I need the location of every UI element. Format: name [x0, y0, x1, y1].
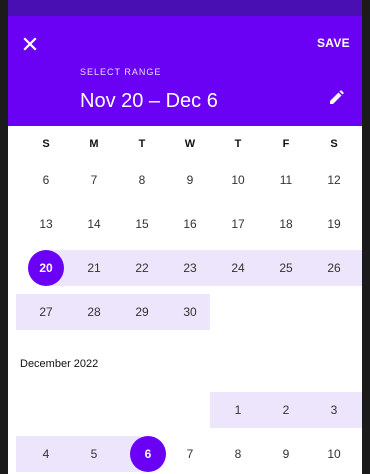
- day-cell[interactable]: 21: [70, 250, 118, 286]
- day-cell[interactable]: 30: [166, 294, 214, 330]
- day-cell[interactable]: 12: [310, 162, 358, 198]
- date-range-picker: SAVE SELECT RANGE Nov 20 – Dec 6 S M T W…: [8, 0, 362, 474]
- weekday-row: S M T W T F S: [8, 126, 362, 162]
- weekday-label: T: [138, 138, 146, 150]
- month-title: December 2022: [20, 358, 99, 370]
- day-cell[interactable]: 22: [118, 250, 166, 286]
- day-cell[interactable]: 6: [22, 162, 70, 198]
- weekday-label: T: [234, 138, 242, 150]
- day-cell[interactable]: 8: [214, 436, 262, 472]
- close-button[interactable]: [16, 30, 44, 58]
- day-cell[interactable]: 11: [262, 162, 310, 198]
- day-cell[interactable]: 8: [118, 162, 166, 198]
- day-cell[interactable]: 4: [22, 436, 70, 472]
- close-icon: [23, 37, 37, 51]
- save-button[interactable]: SAVE: [317, 36, 350, 50]
- weekday-label: F: [282, 138, 290, 150]
- weekday-label: S: [42, 138, 50, 150]
- day-cell[interactable]: 7: [70, 162, 118, 198]
- day-cell[interactable]: 9: [166, 162, 214, 198]
- day-cell[interactable]: 26: [310, 250, 358, 286]
- day-cell[interactable]: 14: [70, 206, 118, 242]
- day-cell[interactable]: 17: [214, 206, 262, 242]
- day-cell[interactable]: 13: [22, 206, 70, 242]
- day-cell[interactable]: 2: [262, 392, 310, 428]
- day-cell[interactable]: 15: [118, 206, 166, 242]
- edit-button[interactable]: [324, 86, 348, 110]
- day-cell[interactable]: 1: [214, 392, 262, 428]
- range-title: Nov 20 – Dec 6: [80, 90, 218, 112]
- day-cell[interactable]: 10: [310, 436, 358, 472]
- day-cell[interactable]: 25: [262, 250, 310, 286]
- weekday-label: M: [89, 138, 99, 150]
- status-bar: [8, 0, 362, 16]
- day-cell[interactable]: 28: [70, 294, 118, 330]
- day-cell[interactable]: 24: [214, 250, 262, 286]
- day-cell[interactable]: 18: [262, 206, 310, 242]
- weekday-label: S: [330, 138, 338, 150]
- picker-header: SAVE SELECT RANGE Nov 20 – Dec 6: [8, 16, 362, 126]
- weekday-label: W: [184, 138, 196, 150]
- day-cell[interactable]: 23: [166, 250, 214, 286]
- day-cell[interactable]: 10: [214, 162, 262, 198]
- select-range-label: SELECT RANGE: [80, 67, 162, 77]
- day-cell[interactable]: 5: [70, 436, 118, 472]
- day-cell[interactable]: 16: [166, 206, 214, 242]
- day-cell[interactable]: 19: [310, 206, 358, 242]
- day-cell[interactable]: 9: [262, 436, 310, 472]
- pencil-icon: [330, 90, 344, 104]
- range-end-day[interactable]: 6: [130, 436, 166, 472]
- day-cell[interactable]: 3: [310, 392, 358, 428]
- day-cell[interactable]: 29: [118, 294, 166, 330]
- day-cell[interactable]: 27: [22, 294, 70, 330]
- day-cell[interactable]: 7: [166, 436, 214, 472]
- range-start-day[interactable]: 20: [28, 250, 64, 286]
